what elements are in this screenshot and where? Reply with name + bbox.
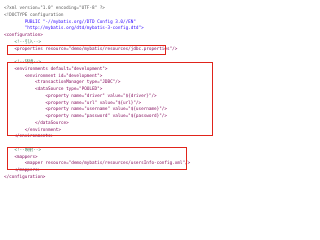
code-line-configuration-close: </configuration>: [4, 174, 46, 180]
highlight-box-properties: [7, 44, 166, 55]
code-line-doctype: <!DOCTYPE configuration: [4, 12, 64, 18]
code-line-configuration-open: <configuration>: [4, 33, 43, 38]
xml-code-editor[interactable]: <?xml version="1.0" encoding="UTF-8" ?> …: [0, 0, 234, 215]
code-line-doctype-dtd: "http://mybatis.org/dtd/mybatis-3-config…: [4, 26, 144, 32]
highlight-box-environments: [7, 61, 213, 136]
code-line-xml-declaration: <?xml version="1.0" encoding="UTF-8" ?>: [4, 6, 105, 11]
highlight-box-mappers: [7, 147, 187, 170]
